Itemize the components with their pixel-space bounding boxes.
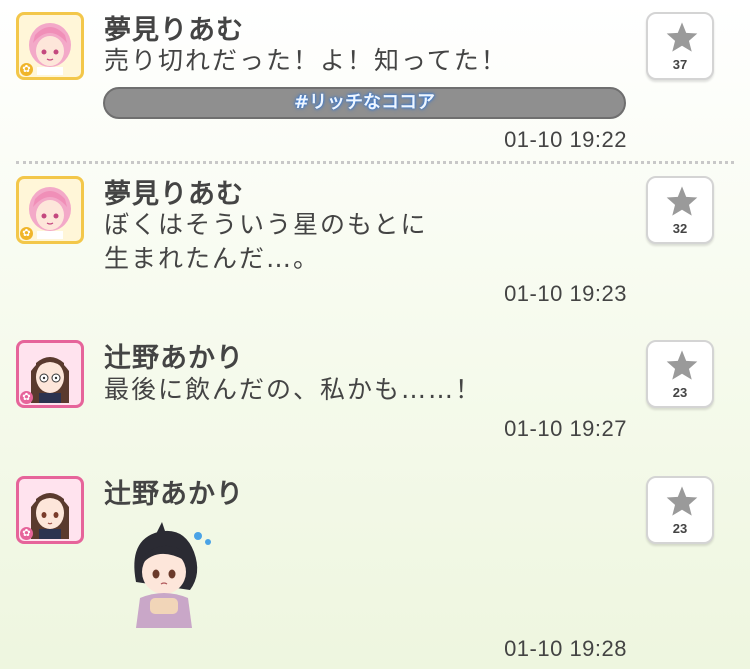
- timestamp: 01-10 19:23: [504, 281, 627, 306]
- sticker-image[interactable]: [118, 520, 218, 628]
- timestamp: 01-10 19:22: [504, 127, 627, 152]
- avatar-image: [29, 23, 71, 75]
- divider: [16, 161, 734, 164]
- timestamp: 01-10 19:27: [504, 416, 627, 441]
- avatar[interactable]: ✿: [16, 176, 84, 244]
- star-icon: [666, 350, 698, 380]
- star-icon: [666, 22, 698, 52]
- star-count: 23: [672, 385, 688, 400]
- avatar[interactable]: ✿: [16, 12, 84, 80]
- flower-icon: ✿: [20, 63, 33, 76]
- star-button[interactable]: 32: [646, 176, 714, 244]
- message-text: 売り切れだった！よ！知ってた！: [104, 46, 508, 75]
- feed: ✿ 夢見りあむ 売り切れだった！よ！知ってた！ #リッチなココア 01-10 1…: [0, 0, 750, 669]
- star-count: 37: [672, 57, 688, 72]
- star-icon: [666, 186, 698, 216]
- star-count: 32: [672, 221, 688, 236]
- star-icon: [666, 486, 698, 516]
- message-text: 最後に飲んだの、私かも……！: [104, 375, 483, 404]
- author-name[interactable]: 辻野あかり: [104, 472, 244, 511]
- avatar-image: [29, 187, 71, 239]
- author-name[interactable]: 夢見りあむ: [104, 8, 244, 47]
- flower-icon: ✿: [20, 391, 33, 404]
- author-name[interactable]: 辻野あかり: [104, 336, 244, 375]
- avatar-image: [31, 357, 69, 403]
- hashtag-button[interactable]: #リッチなココア: [103, 87, 626, 119]
- flower-icon: ✿: [20, 527, 33, 540]
- author-name[interactable]: 夢見りあむ: [104, 172, 244, 211]
- message-text: ぼくはそういう星のもとに 生まれたんだ…。: [104, 210, 428, 273]
- star-button[interactable]: 37: [646, 12, 714, 80]
- avatar[interactable]: ✿: [16, 340, 84, 408]
- timestamp: 01-10 19:28: [504, 636, 627, 661]
- star-button[interactable]: 23: [646, 476, 714, 544]
- flower-icon: ✿: [20, 227, 33, 240]
- star-count: 23: [672, 521, 688, 536]
- avatar-image: [31, 493, 69, 539]
- avatar[interactable]: ✿: [16, 476, 84, 544]
- star-button[interactable]: 23: [646, 340, 714, 408]
